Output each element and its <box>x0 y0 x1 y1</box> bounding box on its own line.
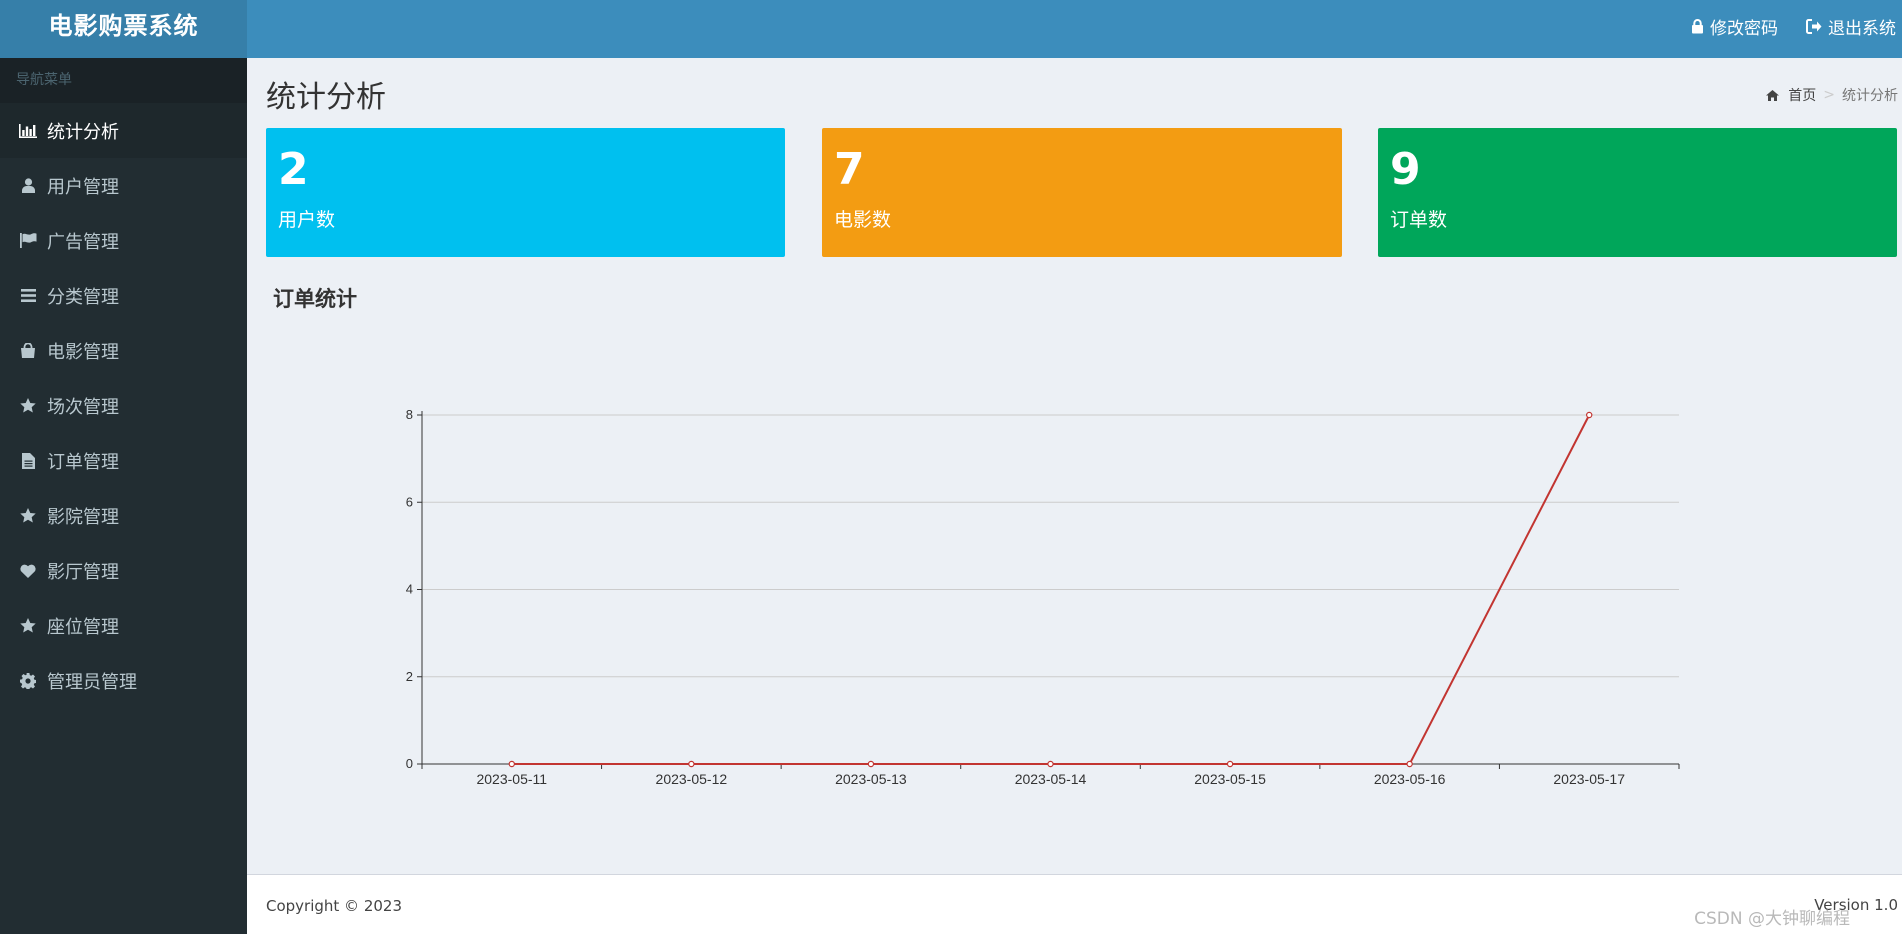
order-line-chart: 0 2 4 6 8 2023-05-11 2023-05-12 2023-05-13 2023-… <box>406 407 1680 787</box>
sidebar-item-label: 电影管理 <box>47 341 119 363</box>
user-count-label: 用户数 <box>278 209 336 231</box>
x-tick-label: 2023-05-14 <box>1015 771 1087 787</box>
y-tick-label: 6 <box>406 494 413 509</box>
top-navbar: 电影购票系统 修改密码 退出系统 <box>0 0 1902 58</box>
gear-icon <box>18 671 38 691</box>
file-icon <box>18 451 38 471</box>
star-icon <box>18 396 38 416</box>
data-point <box>1047 760 1054 768</box>
star-icon <box>18 506 38 526</box>
heart-icon <box>18 561 38 581</box>
order-stats-title: 订单统计 <box>273 287 357 311</box>
data-point <box>508 760 515 768</box>
star-icon <box>18 616 38 636</box>
sidebar-item-sessions[interactable]: 场次管理 <box>0 378 247 433</box>
user-icon <box>18 176 38 196</box>
sidebar-item-label: 广告管理 <box>47 231 119 253</box>
sidebar-item-label: 管理员管理 <box>47 671 137 693</box>
breadcrumb-current: 统计分析 <box>1842 88 1898 104</box>
y-tick-label: 8 <box>406 407 413 422</box>
x-tick-label: 2023-05-16 <box>1374 771 1446 787</box>
sidebar-item-orders[interactable]: 订单管理 <box>0 433 247 488</box>
data-point <box>688 760 695 768</box>
sidebar-item-admins[interactable]: 管理员管理 <box>0 653 247 708</box>
watermark-text: CSDN @大钟聊编程 <box>1694 909 1850 929</box>
user-count-box: 2 用户数 <box>266 128 785 257</box>
sidebar-item-label: 座位管理 <box>47 616 119 638</box>
page-title: 统计分析 <box>266 80 386 115</box>
data-point <box>1586 411 1593 419</box>
movie-count-value: 7 <box>834 144 865 195</box>
footer: Copyright © 2023 Version 1.0 CSDN @大钟聊编程 <box>247 874 1902 934</box>
change-password-link[interactable]: 修改密码 <box>1691 14 1778 39</box>
data-point <box>1406 760 1413 768</box>
data-point <box>867 760 875 768</box>
data-point <box>1226 760 1234 768</box>
breadcrumb-separator: > <box>1823 87 1835 103</box>
app-logo[interactable]: 电影购票系统 <box>0 0 247 58</box>
order-count-box: 9 订单数 <box>1378 128 1897 257</box>
x-tick-label: 2023-05-11 <box>476 771 547 787</box>
list-icon <box>18 286 38 306</box>
x-tick-label: 2023-05-17 <box>1553 771 1625 787</box>
breadcrumb-home-label: 首页 <box>1788 88 1817 104</box>
breadcrumb: 首页 > 统计分析 <box>1766 85 1898 105</box>
flag-icon <box>18 231 38 251</box>
x-tick-label: 2023-05-15 <box>1194 771 1266 787</box>
home-icon <box>1766 89 1780 101</box>
sidebar-item-halls[interactable]: 影厅管理 <box>0 543 247 598</box>
movie-count-label: 电影数 <box>834 209 892 231</box>
order-count-value: 9 <box>1390 144 1421 195</box>
y-tick-label: 2 <box>406 669 413 684</box>
sidebar-item-label: 统计分析 <box>47 121 119 143</box>
shopping-bag-icon <box>18 341 38 361</box>
user-count-value: 2 <box>278 144 309 195</box>
sidebar-item-label: 影院管理 <box>47 506 119 528</box>
y-tick-label: 4 <box>406 582 413 597</box>
copyright-text: Copyright © 2023 <box>266 897 403 915</box>
order-count-label: 订单数 <box>1390 209 1448 231</box>
logout-link[interactable]: 退出系统 <box>1806 14 1896 39</box>
sidebar: 导航菜单 统计分析 用户管理 广告管理 分类管理 电影管理 场次管理 订单管理 … <box>0 58 247 934</box>
sidebar-item-label: 订单管理 <box>47 451 119 473</box>
sidebar-item-users[interactable]: 用户管理 <box>0 158 247 213</box>
sidebar-item-ads[interactable]: 广告管理 <box>0 213 247 268</box>
sidebar-item-cinemas[interactable]: 影院管理 <box>0 488 247 543</box>
y-tick-label: 0 <box>406 756 413 771</box>
sign-out-icon <box>1806 18 1822 34</box>
sidebar-item-label: 分类管理 <box>47 286 119 308</box>
nav-header: 导航菜单 <box>0 58 247 103</box>
sidebar-item-movies[interactable]: 电影管理 <box>0 323 247 378</box>
sidebar-item-label: 影厅管理 <box>47 561 119 583</box>
bar-chart-icon <box>18 121 38 141</box>
lock-icon <box>1692 18 1703 33</box>
sidebar-item-label: 用户管理 <box>47 176 119 198</box>
main-content: 统计分析 首页 > 统计分析 2 用户数 7 电影数 9 订单数 订单统计 0 2… <box>247 58 1902 874</box>
logout-label: 退出系统 <box>1828 18 1896 39</box>
change-password-label: 修改密码 <box>1710 18 1778 39</box>
sidebar-item-label: 场次管理 <box>47 396 119 418</box>
x-tick-label: 2023-05-13 <box>835 771 907 787</box>
x-tick-label: 2023-05-12 <box>656 771 728 787</box>
breadcrumb-home[interactable]: 首页 <box>1766 85 1816 105</box>
movie-count-box: 7 电影数 <box>822 128 1342 257</box>
sidebar-item-seats[interactable]: 座位管理 <box>0 598 247 653</box>
sidebar-item-categories[interactable]: 分类管理 <box>0 268 247 323</box>
top-actions: 修改密码 退出系统 <box>1691 0 1902 52</box>
sidebar-item-statistics[interactable]: 统计分析 <box>0 103 247 158</box>
